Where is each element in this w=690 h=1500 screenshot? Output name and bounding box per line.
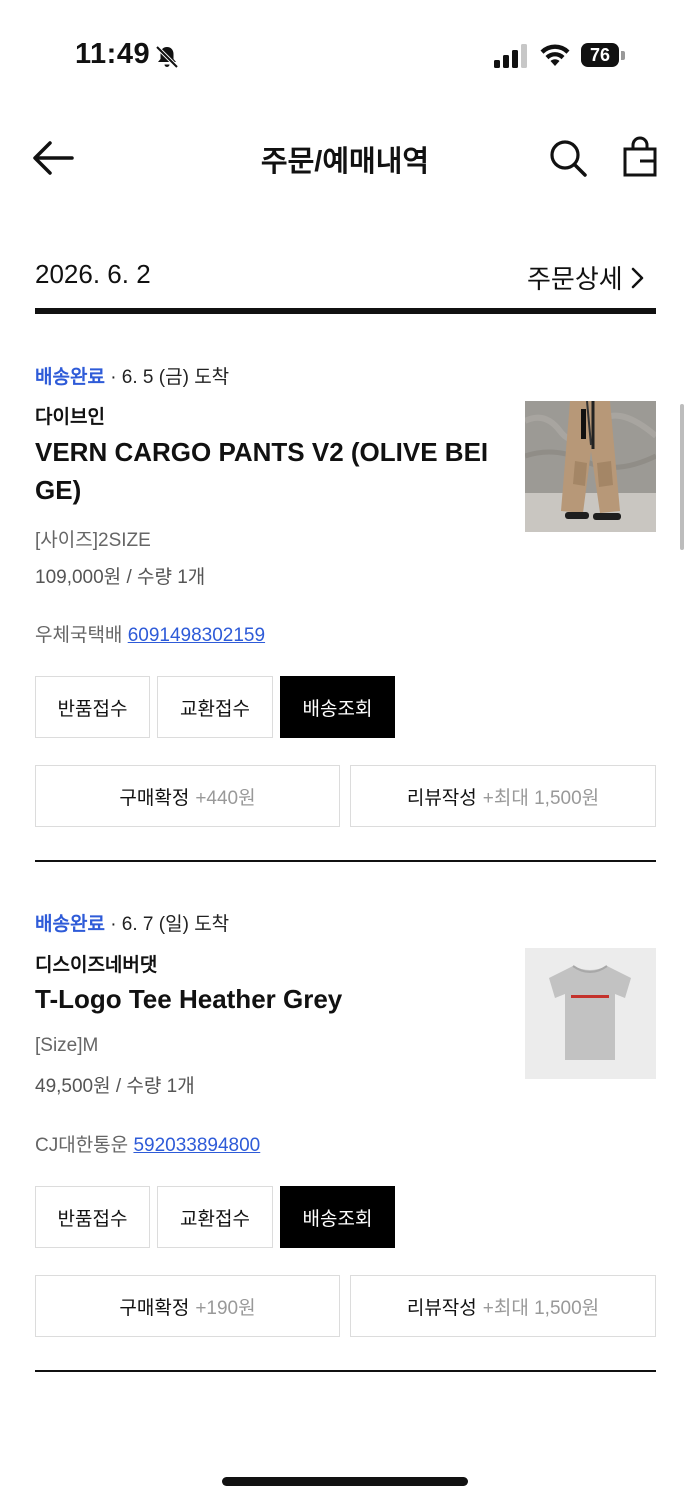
chevron-right-icon [631,267,643,288]
purchase-confirm-button[interactable]: 구매확정 +190원 [35,1275,340,1337]
price-quantity: 49,500원 / 수량 1개 [35,1076,195,1097]
search-icon[interactable] [548,138,588,178]
arrival-date: · 6. 5 (금) 도착 [104,367,230,388]
tracking-number-link[interactable]: 6091498302159 [128,625,265,646]
shopping-bag-icon[interactable] [622,136,658,178]
purchase-confirm-points: +190원 [195,1297,256,1319]
product-name[interactable]: T-Logo Tee Heather Grey [35,980,505,1018]
return-request-button[interactable]: 반품접수 [35,1186,150,1248]
delivery-status: 배송완료 [35,914,105,935]
product-image-cargo-pants[interactable] [525,401,656,532]
item-divider [35,1370,656,1372]
battery-icon: 76 [581,43,619,67]
product-image-tshirt[interactable] [525,948,656,1079]
order-detail-label: 주문상세 [527,264,623,294]
delivery-status: 배송완료 [35,367,105,388]
track-delivery-button[interactable]: 배송조회 [280,1186,395,1248]
write-review-points: +최대 1,500원 [482,787,600,809]
exchange-request-button[interactable]: 교환접수 [157,1186,273,1248]
courier-info: CJ대한통운 592033894800 [35,1130,260,1157]
home-indicator[interactable] [222,1477,468,1486]
order-date: 2026. 6. 2 [35,259,151,289]
courier-name: CJ대한통운 [35,1135,129,1156]
order-detail-link[interactable]: 주문상세 [527,259,645,296]
purchase-confirm-label: 구매확정 [119,787,190,809]
battery-cap [621,51,625,60]
brand-name[interactable]: 디스이즈네버댓 [35,950,157,977]
purchase-confirm-points: +440원 [195,787,256,809]
delivery-status-line: 배송완료 · 6. 7 (일) 도착 [35,909,229,936]
exchange-request-button[interactable]: 교환접수 [157,676,273,738]
order-divider [35,308,656,314]
write-review-label: 리뷰작성 [406,1297,477,1319]
return-request-button[interactable]: 반품접수 [35,676,150,738]
purchase-confirm-label: 구매확정 [119,1297,190,1319]
status-time: 11:49 [75,38,151,70]
write-review-button[interactable]: 리뷰작성 +최대 1,500원 [350,765,656,827]
product-option: [사이즈]2SIZE [35,530,151,551]
product-name[interactable]: VERN CARGO PANTS V2 (OLIVE BEIGE) [35,433,505,509]
write-review-points: +최대 1,500원 [482,1297,600,1319]
wifi-icon [540,44,570,66]
courier-info: 우체국택배 6091498302159 [35,620,265,647]
tracking-number-link[interactable]: 592033894800 [133,1135,260,1156]
write-review-label: 리뷰작성 [406,787,477,809]
purchase-confirm-button[interactable]: 구매확정 +440원 [35,765,340,827]
price-quantity: 109,000원 / 수량 1개 [35,567,206,588]
track-delivery-button[interactable]: 배송조회 [280,676,395,738]
write-review-button[interactable]: 리뷰작성 +최대 1,500원 [350,1275,656,1337]
cellular-signal-icon [494,44,527,68]
delivery-status-line: 배송완료 · 6. 5 (금) 도착 [35,362,229,389]
scrollbar[interactable] [680,404,684,550]
item-divider [35,860,656,862]
courier-name: 우체국택배 [35,625,123,646]
brand-name[interactable]: 다이브인 [35,402,105,429]
product-option: [Size]M [35,1035,99,1056]
arrival-date: · 6. 7 (일) 도착 [104,914,230,935]
bell-slash-icon [155,45,179,69]
